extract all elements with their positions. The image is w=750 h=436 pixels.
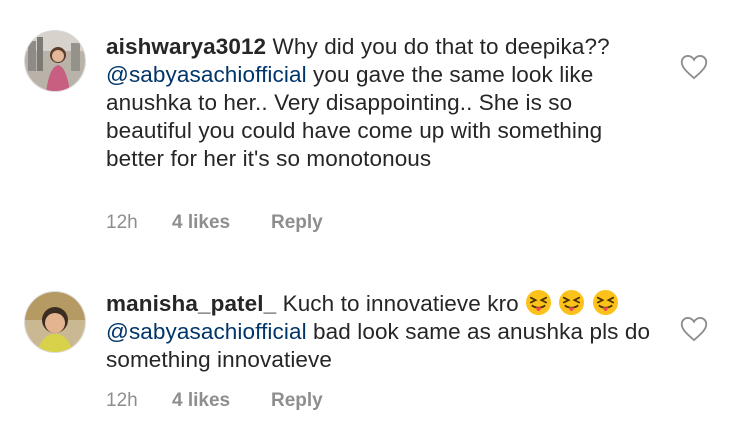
comment-username[interactable]: manisha_patel_ <box>106 291 276 316</box>
mention-link[interactable]: @sabyasachiofficial <box>106 319 307 344</box>
heart-icon[interactable] <box>680 316 708 342</box>
squinting-tongue-face-icon <box>559 289 585 316</box>
comment-meta: 12h 4 likes Reply <box>106 212 323 234</box>
squinting-tongue-face-icon <box>592 289 618 316</box>
reply-button[interactable]: Reply <box>271 212 323 234</box>
likes-count[interactable]: 4 likes <box>172 212 271 234</box>
avatar[interactable] <box>24 30 86 92</box>
squinting-tongue-face-icon <box>526 289 552 316</box>
avatar[interactable] <box>24 291 86 353</box>
comment-text: aishwarya3012 Why did you do that to dee… <box>106 33 651 173</box>
mention-link[interactable]: @sabyasachiofficial <box>106 62 307 87</box>
comment-meta: 12h 4 likes Reply <box>106 390 323 412</box>
reply-button[interactable]: Reply <box>271 390 323 412</box>
comment-timestamp: 12h <box>106 212 138 233</box>
comment-username[interactable]: aishwarya3012 <box>106 34 266 59</box>
comment-body: Kuch to innovatieve kro <box>276 291 526 316</box>
comment-timestamp: 12h <box>106 390 138 411</box>
comment-body: Why did you do that to deepika?? <box>266 34 610 59</box>
comment-text: manisha_patel_ Kuch to innovatieve kro @… <box>106 289 651 374</box>
heart-icon[interactable] <box>680 54 708 80</box>
likes-count[interactable]: 4 likes <box>172 390 271 412</box>
